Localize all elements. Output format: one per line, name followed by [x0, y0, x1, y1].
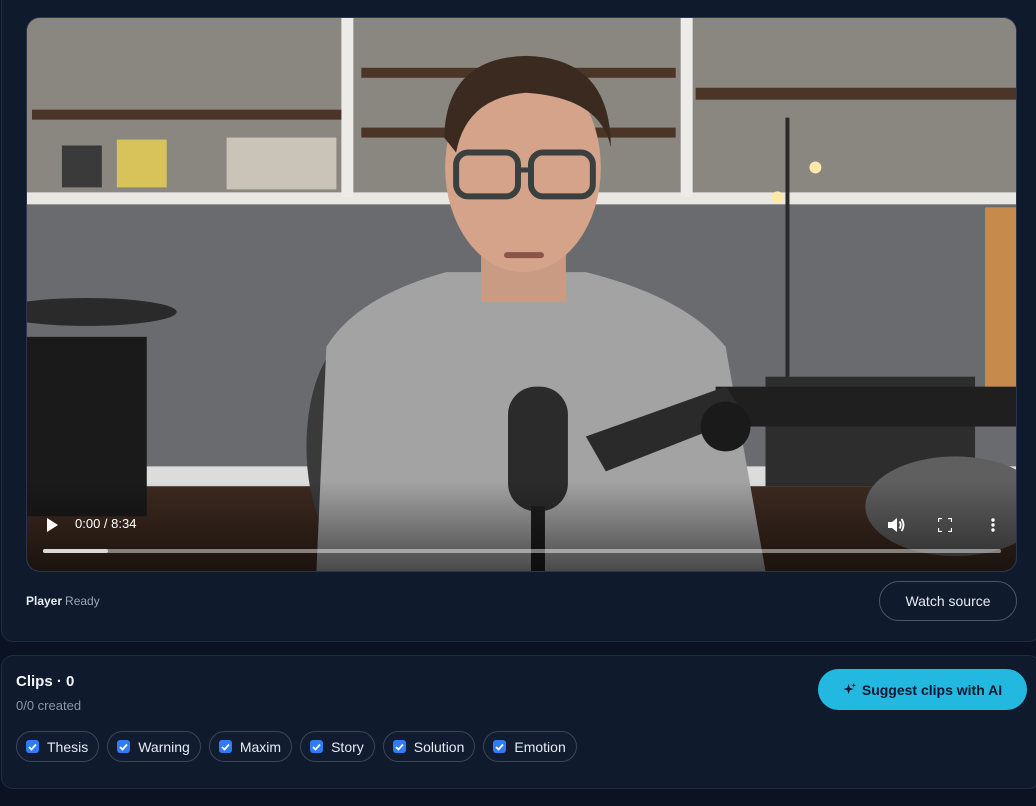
more-vertical-icon: [991, 518, 995, 532]
player-panel: 0:00 / 8:34 Player Ready Watch source: [1, 0, 1036, 642]
checkbox-checked-icon[interactable]: [392, 740, 406, 753]
buffered-progress: [43, 549, 109, 553]
filter-chip-story[interactable]: Story: [300, 731, 375, 762]
filter-chip-label: Solution: [413, 738, 465, 755]
filter-chip-label: Emotion: [514, 738, 566, 755]
clips-created-count: 0/0 created: [16, 698, 82, 713]
fullscreen-icon: [938, 518, 952, 532]
filter-chip-label: Thesis: [47, 738, 89, 755]
checkbox-checked-icon[interactable]: [26, 740, 39, 753]
suggest-clips-button[interactable]: Suggest clips with AI: [818, 669, 1027, 710]
watch-source-button[interactable]: Watch source: [879, 581, 1017, 621]
player-status-value: Ready: [65, 594, 100, 608]
more-options-button[interactable]: [980, 512, 1006, 538]
filter-chip-solution[interactable]: Solution: [382, 731, 476, 762]
volume-button[interactable]: [883, 512, 909, 538]
suggest-clips-label: Suggest clips with AI: [861, 681, 1003, 698]
time-display: 0:00 / 8:34: [75, 516, 137, 531]
video-player[interactable]: 0:00 / 8:34: [26, 17, 1017, 572]
filter-chip-warning[interactable]: Warning: [107, 731, 201, 762]
controls-overlay: [27, 481, 1016, 571]
filter-chip-maxim[interactable]: Maxim: [208, 731, 293, 762]
seek-bar[interactable]: [43, 549, 1001, 553]
filter-chip-label: Warning: [138, 738, 190, 755]
checkbox-checked-icon[interactable]: [310, 740, 324, 753]
filter-chip-label: Story: [331, 738, 364, 755]
clip-type-filters: Thesis Warning Maxim Story Solution Emotion: [16, 731, 577, 762]
checkbox-checked-icon[interactable]: [218, 740, 232, 753]
clips-title: Clips · 0: [16, 673, 75, 690]
clips-panel: Clips · 0 0/0 created Suggest clips with…: [1, 655, 1036, 789]
filter-chip-label: Maxim: [239, 738, 282, 755]
fullscreen-button[interactable]: [932, 512, 958, 538]
player-status: Player Ready: [26, 594, 100, 608]
volume-icon: [888, 518, 905, 532]
checkbox-checked-icon[interactable]: [117, 740, 131, 753]
checkbox-checked-icon[interactable]: [493, 740, 507, 753]
play-icon: [47, 518, 58, 532]
filter-chip-thesis[interactable]: Thesis: [16, 731, 100, 762]
player-status-label: Player: [26, 594, 63, 608]
play-button[interactable]: [41, 512, 63, 538]
sparkle-icon: [843, 683, 856, 695]
filter-chip-emotion[interactable]: Emotion: [483, 731, 577, 762]
